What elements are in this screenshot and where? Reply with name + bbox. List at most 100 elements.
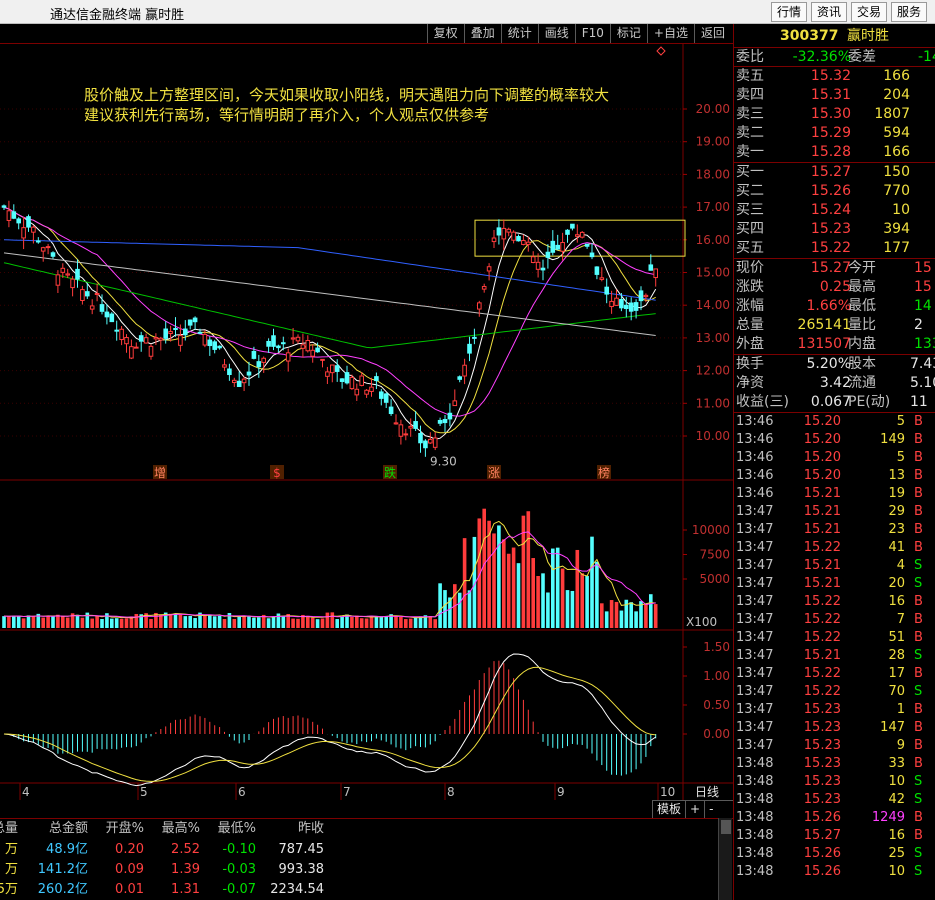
ask-level-row[interactable]: 卖五 15.32 166 <box>734 67 935 86</box>
stat-row[interactable]: 换手 5.20% 股本 7.43 <box>734 355 935 374</box>
ask-level-row[interactable]: 卖三 15.30 1807 <box>734 105 935 124</box>
add-watchlist-button[interactable]: +自选 <box>646 24 694 43</box>
bid-level-row[interactable]: 买四 15.23 394 <box>734 220 935 239</box>
trade-tick-row[interactable]: 13:47 15.23 1 B <box>734 701 935 719</box>
trade-tick-row[interactable]: 13:46 15.20 149 B <box>734 431 935 449</box>
bid-level-row[interactable]: 买五 15.22 177 <box>734 239 935 258</box>
column-header[interactable]: 总量 <box>0 820 18 838</box>
bid-level-row[interactable]: 买二 15.26 770 <box>734 182 935 201</box>
stat-row[interactable]: 收益(三) 0.067 PE(动) 11 <box>734 393 935 412</box>
column-header[interactable]: 总金额 <box>49 820 88 838</box>
candle-body <box>89 305 95 310</box>
table-cell-amount: 141.2亿 <box>37 862 88 877</box>
trade-tick-row[interactable]: 13:47 15.22 51 B <box>734 629 935 647</box>
volume-bar <box>580 573 584 628</box>
candle-body <box>364 389 369 395</box>
trade-tick-row[interactable]: 13:46 15.20 5 B <box>734 413 935 431</box>
trade-tick-row[interactable]: 13:46 15.20 13 B <box>734 467 935 485</box>
trade-tick-row[interactable]: 13:47 15.23 147 B <box>734 719 935 737</box>
column-header[interactable]: 最高% <box>162 820 200 838</box>
back-button[interactable]: 返回 <box>693 24 731 43</box>
trade-tick-row[interactable]: 13:48 15.26 10 S <box>734 863 935 881</box>
volume-unit-label: X100 <box>686 615 717 629</box>
stat-row[interactable]: 外盘 131507 内盘 1336 <box>734 335 935 354</box>
trade-tick-row[interactable]: 13:47 15.22 7 B <box>734 611 935 629</box>
bid-level-row[interactable]: 买一 15.27 150 <box>734 163 935 182</box>
overlay-button[interactable]: 叠加 <box>463 24 501 43</box>
bid-label: 买三 <box>736 202 764 218</box>
template-button[interactable]: 模板 <box>652 801 685 818</box>
tick-time: 13:47 <box>736 504 774 519</box>
column-header[interactable]: 开盘% <box>106 820 144 838</box>
column-header[interactable]: 昨收 <box>298 820 324 838</box>
candle-body <box>36 240 41 243</box>
tick-price: 15.27 <box>803 828 841 843</box>
ask-level-row[interactable]: 卖一 15.28 166 <box>734 143 935 162</box>
template-add-button[interactable]: + <box>685 801 704 818</box>
trade-tick-row[interactable]: 13:46 15.21 19 B <box>734 485 935 503</box>
stat-row[interactable]: 净资 3.42 流通 5.10 <box>734 374 935 393</box>
trade-tick-row[interactable]: 13:47 15.22 41 B <box>734 539 935 557</box>
volume-bar <box>457 592 462 628</box>
candle-body <box>80 289 85 301</box>
template-remove-button[interactable]: - <box>704 801 717 818</box>
statistics-button[interactable]: 统计 <box>500 24 538 43</box>
nav-trade-button[interactable]: 交易 <box>850 2 887 22</box>
nav-service-button[interactable]: 服务 <box>890 2 927 22</box>
scrollbar-thumb[interactable] <box>721 820 731 834</box>
draw-line-button[interactable]: 画线 <box>537 24 575 43</box>
stat-value: 131507 <box>797 336 851 352</box>
trade-tick-row[interactable]: 13:47 15.21 28 S <box>734 647 935 665</box>
chart-canvas[interactable]: 20.00 19.00 18.00 17.00 16.00 15.00 14.00 13.00… <box>0 44 733 820</box>
table-row[interactable]: 5万 260.2亿 0.01 1.31 -0.07 2234.54 <box>0 881 733 899</box>
restore-rights-button[interactable]: 复权 <box>426 24 464 43</box>
bid-level-row[interactable]: 买三 15.24 10 <box>734 201 935 220</box>
trade-tick-row[interactable]: 13:48 15.23 33 B <box>734 755 935 773</box>
candle-body <box>153 336 159 340</box>
mark-button[interactable]: 标记 <box>609 24 647 43</box>
trade-tick-row[interactable]: 13:48 15.26 1249 B <box>734 809 935 827</box>
trade-tick-row[interactable]: 13:47 15.22 16 B <box>734 593 935 611</box>
weibi-label: 委比 <box>736 49 764 65</box>
table-row[interactable]: 万 141.2亿 0.09 1.39 -0.03 993.38 <box>0 861 733 879</box>
column-header[interactable]: 最低% <box>218 820 256 838</box>
kline-chart[interactable]: 20.00 19.00 18.00 17.00 16.00 15.00 14.00 13.00… <box>0 44 733 820</box>
candle-body <box>481 286 487 290</box>
price-tick-label: 11.00 <box>696 396 730 410</box>
trade-tick-row[interactable]: 13:47 15.22 17 B <box>734 665 935 683</box>
trade-tick-row[interactable]: 13:47 15.22 70 S <box>734 683 935 701</box>
nav-quotes-button[interactable]: 行情 <box>770 2 807 22</box>
f10-button[interactable]: F10 <box>574 24 610 43</box>
trade-tick-row[interactable]: 13:47 15.21 29 B <box>734 503 935 521</box>
bid-price: 15.23 <box>810 221 851 237</box>
trade-tick-row[interactable]: 13:46 15.20 5 B <box>734 449 935 467</box>
trade-ticks[interactable]: 13:46 15.20 5 B 13:46 15.20 149 B 13:46 15… <box>734 413 935 881</box>
candle-body <box>207 339 213 347</box>
volume-bar <box>237 615 241 628</box>
candle-body <box>16 218 21 224</box>
stat-row[interactable]: 涨幅 1.66% 最低 14 <box>734 297 935 316</box>
table-scrollbar[interactable] <box>718 818 732 900</box>
candle-body <box>45 246 51 249</box>
trade-tick-row[interactable]: 13:47 15.21 20 S <box>734 575 935 593</box>
tick-price: 15.26 <box>803 846 841 861</box>
trade-tick-row[interactable]: 13:47 15.21 4 S <box>734 557 935 575</box>
volume-bar <box>555 547 560 628</box>
trade-tick-row[interactable]: 13:47 15.21 23 B <box>734 521 935 539</box>
stat-row[interactable]: 现价 15.27 今开 15 <box>734 259 935 278</box>
stat-row[interactable]: 总量 265141 量比 2 <box>734 316 935 335</box>
tick-time: 13:46 <box>736 450 774 465</box>
stat-row[interactable]: 涨跌 0.25 最高 15 <box>734 278 935 297</box>
table-cell-open: 0.20 <box>115 842 144 857</box>
volume-bar <box>355 615 359 628</box>
ask-level-row[interactable]: 卖二 15.29 594 <box>734 124 935 143</box>
ask-level-row[interactable]: 卖四 15.31 204 <box>734 86 935 105</box>
trade-tick-row[interactable]: 13:48 15.26 25 S <box>734 845 935 863</box>
nav-news-button[interactable]: 资讯 <box>810 2 847 22</box>
trade-tick-row[interactable]: 13:47 15.23 9 B <box>734 737 935 755</box>
trade-tick-row[interactable]: 13:48 15.23 42 S <box>734 791 935 809</box>
trade-tick-row[interactable]: 13:48 15.23 10 S <box>734 773 935 791</box>
template-bar: 模板 + - <box>652 800 733 818</box>
table-row[interactable]: 万 48.9亿 0.20 2.52 -0.10 787.45 <box>0 841 733 859</box>
trade-tick-row[interactable]: 13:48 15.27 16 B <box>734 827 935 845</box>
